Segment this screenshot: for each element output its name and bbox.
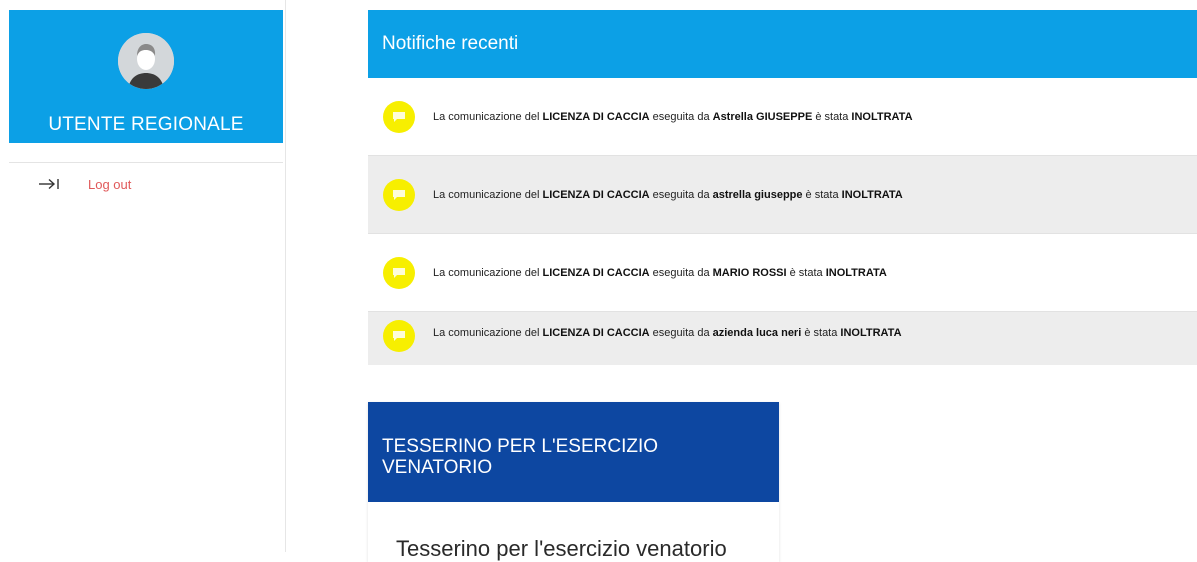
avatar: [118, 33, 174, 89]
chat-bubble-icon: [383, 178, 415, 211]
notification-text: La comunicazione del LICENZA DI CACCIA e…: [433, 188, 903, 201]
chat-bubble-icon: [383, 320, 415, 352]
tesserino-card[interactable]: TESSERINO PER L'ESERCIZIO VENATORIO Tess…: [368, 402, 779, 562]
notification-item[interactable]: La comunicazione del LICENZA DI CACCIA e…: [368, 312, 1197, 365]
notification-item[interactable]: La comunicazione del LICENZA DI CACCIA e…: [368, 78, 1197, 156]
recent-notifications-panel: Notifiche recenti La comunicazione del L…: [368, 10, 1197, 365]
notifications-list: La comunicazione del LICENZA DI CACCIA e…: [368, 78, 1197, 365]
card-body-title: Tesserino per l'esercizio venatorio: [396, 536, 727, 561]
chat-bubble-icon: [383, 100, 415, 133]
logout-link[interactable]: Log out: [38, 176, 131, 192]
logout-label[interactable]: Log out: [88, 177, 131, 192]
notification-text: La comunicazione del LICENZA DI CACCIA e…: [433, 110, 913, 123]
notifications-title: Notifiche recenti: [368, 10, 1197, 78]
notification-text: La comunicazione del LICENZA DI CACCIA e…: [433, 266, 887, 279]
user-profile-panel: UTENTE REGIONALE: [9, 10, 283, 143]
card-header-title: TESSERINO PER L'ESERCIZIO VENATORIO: [368, 402, 779, 502]
notification-text: La comunicazione del LICENZA DI CACCIA e…: [433, 327, 902, 339]
notification-item[interactable]: La comunicazione del LICENZA DI CACCIA e…: [368, 156, 1197, 234]
chat-bubble-icon: [383, 256, 415, 289]
user-silhouette-icon: [118, 33, 174, 89]
notification-item[interactable]: La comunicazione del LICENZA DI CACCIA e…: [368, 234, 1197, 312]
sidebar: UTENTE REGIONALE Log out: [0, 0, 286, 552]
logout-arrow-icon: [39, 178, 59, 190]
sidebar-divider: [9, 162, 283, 163]
user-name: UTENTE REGIONALE: [48, 114, 244, 135]
